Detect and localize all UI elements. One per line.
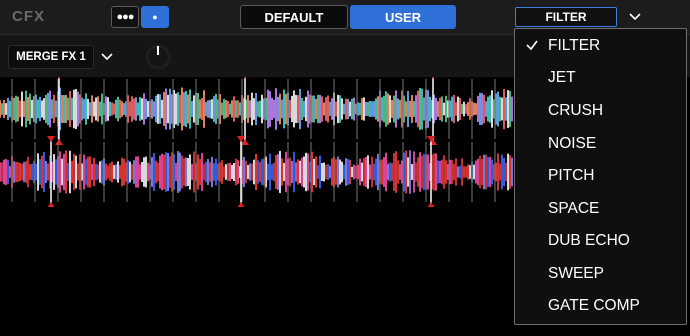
cue-marker bbox=[55, 139, 63, 145]
cue-marker bbox=[237, 202, 245, 207]
tab-user[interactable]: USER bbox=[350, 5, 456, 29]
menu-item-noise[interactable]: NOISE bbox=[515, 129, 686, 159]
menu-item-gate-comp[interactable]: GATE COMP bbox=[515, 291, 686, 321]
cfx-title: CFX bbox=[12, 8, 45, 25]
tab-default[interactable]: DEFAULT bbox=[240, 5, 348, 29]
menu-item-jet[interactable]: JET bbox=[515, 63, 686, 93]
menu-item-sweep[interactable]: SWEEP bbox=[515, 259, 686, 289]
menu-item-filter[interactable]: FILTER bbox=[515, 31, 686, 61]
menu-item-pitch[interactable]: PITCH bbox=[515, 161, 686, 191]
cue-marker bbox=[47, 136, 55, 142]
filter-select[interactable]: FILTER bbox=[515, 7, 617, 27]
chevron-down-icon[interactable] bbox=[625, 8, 645, 26]
chevron-down-icon[interactable] bbox=[98, 48, 116, 66]
cue-marker bbox=[427, 202, 435, 207]
check-icon bbox=[526, 40, 538, 51]
merge-fx-select[interactable]: MERGE FX 1 bbox=[8, 45, 94, 69]
more-options-button[interactable]: ●●● bbox=[111, 6, 139, 28]
fx-dropdown-menu: FILTER JET CRUSH NOISE PITCH SPACE DUB E… bbox=[514, 28, 687, 325]
cue-marker bbox=[431, 77, 435, 79]
knob-icon[interactable] bbox=[144, 43, 172, 71]
cue-marker bbox=[57, 77, 61, 79]
single-dot-button[interactable]: ● bbox=[141, 6, 169, 28]
cue-marker bbox=[243, 77, 247, 79]
waveform-track bbox=[0, 77, 513, 145]
waveform-track bbox=[0, 136, 513, 207]
cue-marker bbox=[47, 202, 55, 207]
menu-item-crush[interactable]: CRUSH bbox=[515, 96, 686, 126]
menu-item-dub-echo[interactable]: DUB ECHO bbox=[515, 226, 686, 256]
menu-item-space[interactable]: SPACE bbox=[515, 194, 686, 224]
